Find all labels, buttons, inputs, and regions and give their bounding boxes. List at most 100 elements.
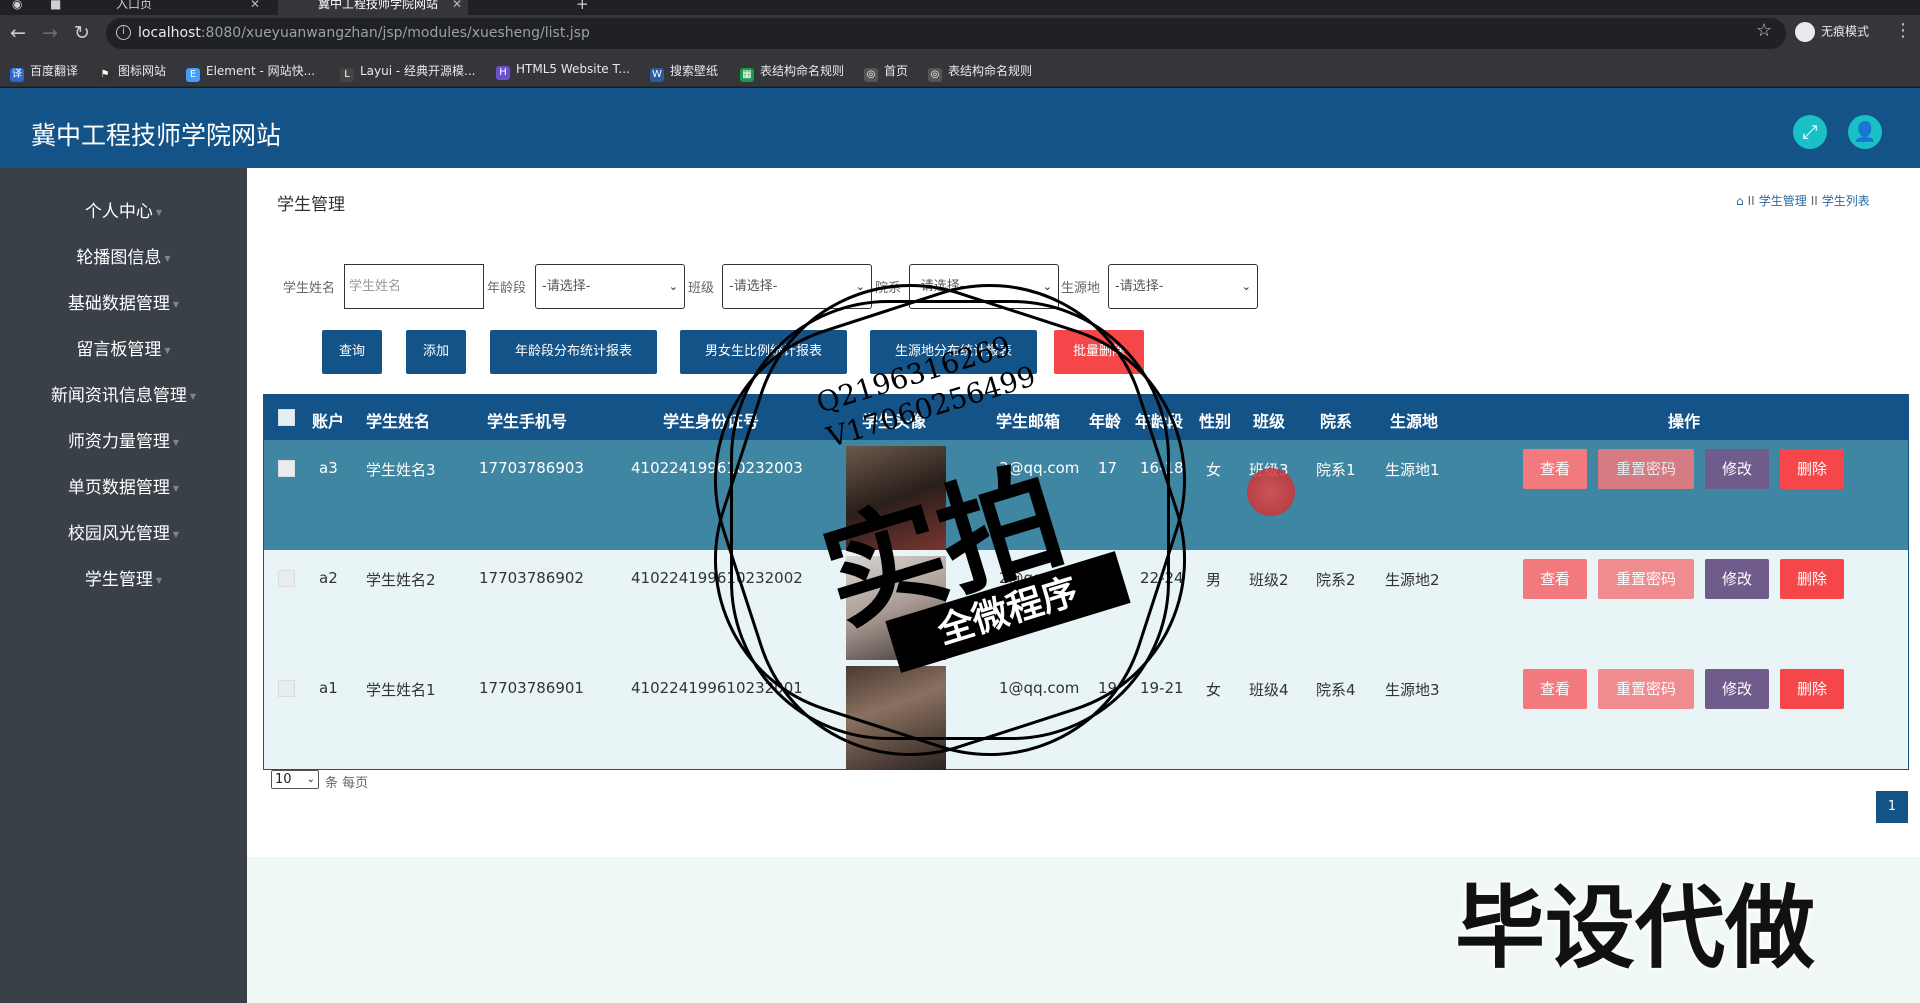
view-button[interactable]: 查看 — [1523, 669, 1587, 709]
age-range-label: 年龄段 — [487, 281, 527, 296]
view-button[interactable]: 查看 — [1523, 449, 1587, 489]
expand-icon[interactable]: ⤢ — [1793, 115, 1827, 149]
edit-button[interactable]: 修改 — [1705, 669, 1769, 709]
edit-button[interactable]: 修改 — [1705, 559, 1769, 599]
cell-class: 班级2 — [1249, 571, 1289, 589]
wallpaper-icon: W — [650, 68, 664, 82]
translate-icon: 译 — [10, 68, 24, 82]
bookmark-item[interactable]: ▦ 表结构命名规则 — [740, 62, 844, 82]
new-tab-button[interactable]: + — [576, 0, 596, 15]
url-path: :8080/xueyuanwangzhan/jsp/modules/xueshe… — [200, 25, 590, 41]
close-icon[interactable]: ✕ — [250, 0, 260, 10]
age-report-button[interactable]: 年龄段分布统计报表 — [490, 330, 657, 374]
watermark-corner: 毕设代做 — [1455, 876, 1815, 981]
back-icon[interactable]: ← — [6, 21, 30, 45]
sidebar-item-news[interactable]: 新闻资讯信息管理 ▼ — [0, 381, 247, 411]
cell-account: a1 — [319, 679, 338, 697]
bookmarks-bar: 译百度翻译 ⚑ 图标网站 E Element - 网站快... L Layui - 经… — [0, 53, 1920, 87]
info-icon[interactable]: i — [116, 25, 131, 40]
bookmark-item[interactable]: W 搜索壁纸 — [650, 62, 718, 82]
cell-origin: 生源地2 — [1385, 571, 1440, 589]
column-header: 性别 — [1199, 412, 1232, 431]
app-header: 冀中工程技师学院网站 ⤢ 👤 — [0, 88, 1920, 168]
chevron-down-icon: ▼ — [164, 346, 171, 355]
home-icon[interactable]: ⌂ — [1736, 194, 1744, 208]
row-checkbox[interactable] — [278, 680, 295, 697]
origin-select[interactable]: -请选择- ⌄ — [1108, 264, 1258, 309]
bookmark-item[interactable]: 译百度翻译 — [10, 62, 78, 82]
origin-label: 生源地 — [1061, 281, 1101, 296]
sidebar-item-single-page[interactable]: 单页数据管理 ▼ — [0, 473, 247, 503]
sidebar-item-personal-center[interactable]: 个人中心 ▼ — [0, 197, 247, 227]
sidebar: 个人中心 ▼ 轮播图信息 ▼ 基础数据管理 ▼ 留言板管理 ▼ 新闻资讯信息管理 ▼ 师资… — [0, 168, 247, 1003]
cell-phone: 17703786902 — [479, 569, 584, 587]
sidebar-item-message-board[interactable]: 留言板管理 ▼ — [0, 335, 247, 365]
column-header: 学生姓名 — [366, 412, 431, 431]
cell-class: 班级4 — [1249, 681, 1289, 699]
reset-password-button[interactable]: 重置密码 — [1598, 449, 1694, 489]
chevron-down-icon: ▼ — [172, 438, 180, 447]
per-page-label: 条 每页 — [325, 776, 369, 791]
delete-button[interactable]: 删除 — [1780, 669, 1844, 709]
close-icon[interactable]: ✕ — [452, 0, 462, 10]
sidebar-item-students[interactable]: 学生管理 ▼ — [0, 565, 247, 595]
page-number-button[interactable]: 1 — [1876, 791, 1908, 823]
column-header: 账户 — [312, 412, 345, 431]
url-host: localhost — [138, 25, 201, 41]
chevron-down-icon: ▼ — [164, 254, 171, 263]
breadcrumb-item[interactable]: 学生管理 — [1759, 194, 1807, 208]
chevron-down-icon: ⌄ — [306, 774, 315, 785]
bookmark-item[interactable]: ⚑ 图标网站 — [98, 62, 166, 82]
cell-gender: 女 — [1206, 461, 1222, 479]
row-checkbox[interactable] — [278, 460, 295, 477]
layui-icon: L — [340, 68, 354, 82]
flag-icon: ⚑ — [98, 68, 112, 82]
browser-menu-icon[interactable]: ◉ — [12, 0, 34, 15]
cell-phone: 17703786903 — [479, 459, 584, 477]
page-size-select[interactable]: 10 ⌄ — [271, 770, 319, 789]
bookmark-item[interactable]: E Element - 网站快... — [186, 62, 315, 82]
user-icon[interactable]: 👤 — [1848, 115, 1882, 149]
incognito-indicator[interactable]: 无痕模式 — [1795, 22, 1869, 42]
query-button[interactable]: 查询 — [322, 330, 382, 374]
cell-account: a2 — [319, 569, 338, 587]
sidebar-item-campus-scenery[interactable]: 校园风光管理 ▼ — [0, 519, 247, 549]
sidebar-item-faculty[interactable]: 师资力量管理 ▼ — [0, 427, 247, 457]
edit-button[interactable]: 修改 — [1705, 449, 1769, 489]
bookmark-star-icon[interactable]: ☆ — [1756, 20, 1772, 41]
view-button[interactable]: 查看 — [1523, 559, 1587, 599]
add-button[interactable]: 添加 — [406, 330, 466, 374]
sidebar-item-carousel[interactable]: 轮播图信息 ▼ — [0, 243, 247, 273]
bookmark-item[interactable]: ◎ 表结构命名规则 — [928, 62, 1032, 82]
browser-tab-entry[interactable]: 入口页 ✕ — [76, 0, 266, 15]
chevron-down-icon: ▼ — [172, 484, 180, 493]
age-range-select[interactable]: -请选择- ⌄ — [535, 264, 685, 309]
cursor-highlight — [1247, 468, 1295, 516]
address-bar: ← → ↻ i localhost:8080/xueyuanwangzhan/j… — [0, 15, 1920, 53]
cell-age-range: 19-21 — [1140, 679, 1184, 697]
url-field[interactable]: i localhost:8080/xueyuanwangzhan/jsp/mod… — [106, 18, 1786, 49]
cell-phone: 17703786901 — [479, 679, 584, 697]
reset-password-button[interactable]: 重置密码 — [1598, 559, 1694, 599]
globe-icon: ◎ — [928, 68, 942, 82]
column-header: 学生手机号 — [487, 412, 568, 431]
bookmark-item[interactable]: L Layui - 经典开源模... — [340, 62, 475, 82]
browser-tab-active[interactable]: 冀中工程技师学院网站 ✕ — [278, 0, 468, 15]
select-all-checkbox[interactable] — [278, 409, 295, 426]
tab-overview-icon[interactable]: ■ — [50, 0, 70, 15]
sidebar-item-base-data[interactable]: 基础数据管理 ▼ — [0, 289, 247, 319]
bookmark-item[interactable]: ◎ 首页 — [864, 62, 908, 82]
cell-origin: 生源地3 — [1385, 681, 1440, 699]
delete-button[interactable]: 删除 — [1780, 559, 1844, 599]
more-menu-icon[interactable]: ⋮ — [1894, 20, 1912, 41]
column-header: 操作 — [1668, 412, 1701, 431]
bookmark-item[interactable]: H HTML5 Website T... — [496, 62, 630, 80]
reload-icon[interactable]: ↻ — [70, 21, 94, 45]
forward-icon[interactable]: → — [38, 21, 62, 45]
row-checkbox[interactable] — [278, 570, 295, 587]
student-name-input[interactable]: 学生姓名 — [344, 264, 484, 309]
reset-password-button[interactable]: 重置密码 — [1598, 669, 1694, 709]
delete-button[interactable]: 删除 — [1780, 449, 1844, 489]
incognito-icon — [1795, 22, 1815, 42]
cell-name: 学生姓名2 — [366, 571, 436, 589]
